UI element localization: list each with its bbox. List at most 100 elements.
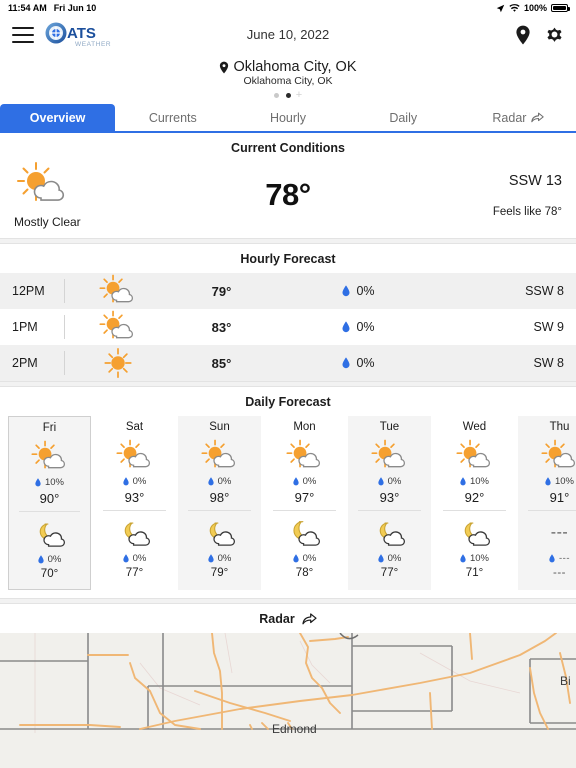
water-droplet-icon [207, 554, 214, 563]
hourly-row[interactable]: 12PM 79° 0% SSW 8 [0, 273, 576, 309]
day-half: 10% 90° [9, 436, 90, 508]
day-name: Mon [293, 421, 316, 433]
day-night-divider [18, 511, 81, 512]
day-night-divider [442, 510, 507, 511]
moon-behind-cloud-icon [464, 522, 490, 546]
weather-app: 11:54 AM Fri Jun 10 100% ATS WEATHER Jun… [0, 0, 576, 768]
sun-behind-cloud-icon [99, 310, 134, 339]
water-droplet-icon [342, 321, 350, 333]
night-weather-placeholder: --- [550, 524, 569, 541]
pager-dot-1[interactable] [273, 93, 279, 98]
night-weather-icon-wrap [368, 515, 412, 551]
hourly-temp: 83° [211, 319, 232, 335]
water-droplet-icon [35, 478, 41, 487]
day-high-temp: 97° [294, 490, 315, 505]
night-precip-wrap: --- [549, 553, 570, 564]
day-weather-icon-wrap [453, 438, 497, 474]
hourly-precip: 0% [356, 320, 375, 334]
hamburger-menu-icon[interactable] [12, 26, 34, 43]
water-droplet-icon [460, 477, 466, 486]
water-droplet-icon [37, 555, 44, 564]
day-high-temp: 90° [39, 491, 60, 506]
hourly-precip-wrap: 0% [290, 284, 427, 298]
daily-card-mon[interactable]: Mon 0% 97° 0% 78° [263, 416, 346, 590]
hourly-precip-wrap: 0% [290, 356, 427, 370]
daily-forecast-title: Daily Forecast [0, 387, 576, 416]
radar-map[interactable]: Edmond Bi [0, 633, 576, 768]
logo-mark: ATS WEATHER [45, 22, 111, 48]
day-name: Tue [379, 421, 400, 433]
pager-dot-2[interactable] [285, 93, 291, 98]
day-precip-wrap: 0% [207, 476, 231, 487]
moon-behind-cloud-icon [124, 522, 150, 546]
daily-card-tue[interactable]: Tue 0% 93° 0% 77° [348, 416, 431, 590]
current-conditions-right: SSW 13 Feels like 78° [412, 173, 562, 218]
current-conditions-panel: Mostly Clear 78° SSW 13 Feels like 78° [0, 162, 576, 238]
hourly-row[interactable]: 1PM 83° 0% SW 9 [0, 309, 576, 345]
current-wind: SSW 13 [508, 172, 562, 189]
sun-behind-cloud-icon [455, 439, 490, 468]
tab-overview[interactable]: Overview [0, 104, 116, 131]
day-precip-wrap: 0% [122, 476, 146, 487]
day-precip-wrap: 10% [35, 477, 64, 488]
radar-title: Radar [259, 612, 295, 626]
day-high-temp: 93° [379, 490, 400, 505]
night-low-temp: 70° [40, 568, 59, 580]
night-low-temp: 77° [125, 567, 144, 579]
night-low-temp: 79° [210, 567, 229, 579]
daily-card-sun[interactable]: Sun 0% 98° 0% 79° [178, 416, 261, 590]
radar-section-header[interactable]: Radar [0, 604, 576, 633]
night-half: 0% 77° [348, 512, 431, 581]
day-half: 0% 93° [93, 435, 176, 507]
hourly-row[interactable]: 2PM 85° 0% SW 8 [0, 345, 576, 381]
moon-behind-cloud-icon [292, 521, 320, 546]
water-droplet-icon [292, 477, 299, 486]
day-precip: 10% [469, 476, 489, 487]
main-tabbar: Overview Currents Hourly Daily Radar [0, 104, 576, 133]
sun-behind-cloud-icon [370, 439, 405, 468]
daily-forecast-list[interactable]: Fri 10% 90° 0% 70° Sat 0% 93° 0% 77° Sun… [0, 416, 576, 598]
map-pin-icon[interactable] [515, 25, 531, 45]
sun-behind-cloud-icon [285, 439, 320, 468]
location-header: Oklahoma City, OK Oklahoma City, OK + [0, 53, 576, 104]
tab-hourly[interactable]: Hourly [230, 104, 346, 131]
day-high-temp: 92° [464, 490, 485, 505]
daily-card-fri[interactable]: Fri 10% 90° 0% 70° [8, 416, 91, 590]
daily-card-sat[interactable]: Sat 0% 93° 0% 77° [93, 416, 176, 590]
day-name: Sun [209, 421, 230, 433]
water-droplet-icon [122, 477, 129, 486]
current-conditions-title: Current Conditions [0, 133, 576, 162]
sun-icon [104, 347, 132, 379]
day-high-temp: 91° [549, 490, 570, 505]
night-half: --- --- --- [518, 512, 576, 581]
day-precip: 0% [302, 476, 317, 487]
tab-daily[interactable]: Daily [345, 104, 461, 131]
gear-icon[interactable] [545, 25, 564, 44]
night-precip: 0% [387, 553, 402, 564]
hourly-temp: 79° [211, 283, 232, 299]
day-name: Wed [462, 421, 487, 433]
hourly-separator [64, 279, 65, 303]
sun-behind-cloud-icon [30, 440, 65, 469]
hourly-weather-icon-wrap [83, 346, 153, 380]
water-droplet-icon [292, 554, 299, 563]
hourly-weather-icon-wrap [83, 310, 153, 344]
location-pager[interactable]: + [0, 90, 576, 101]
location-name-row: Oklahoma City, OK [0, 59, 576, 75]
hourly-temp: 85° [211, 355, 232, 371]
tab-radar[interactable]: Radar [460, 104, 576, 131]
daily-card-thu[interactable]: Thu 10% 91° --- --- --- [518, 416, 576, 590]
add-location-button[interactable]: + [296, 90, 302, 101]
hourly-time: 1PM [12, 320, 38, 334]
day-weather-icon-wrap [113, 438, 157, 474]
share-arrow-icon [531, 112, 545, 122]
sun-behind-cloud-icon [99, 274, 134, 303]
ios-status-bar: 11:54 AM Fri Jun 10 100% [0, 0, 576, 16]
hourly-precip-wrap: 0% [290, 320, 427, 334]
ats-weather-logo[interactable]: ATS WEATHER [44, 22, 126, 48]
status-bar-date: Fri Jun 10 [53, 3, 97, 13]
tab-currents[interactable]: Currents [115, 104, 231, 131]
daily-card-wed[interactable]: Wed 10% 92° 10% 71° [433, 416, 516, 590]
share-arrow-icon[interactable] [302, 612, 317, 626]
night-half: 0% 79° [178, 512, 261, 581]
